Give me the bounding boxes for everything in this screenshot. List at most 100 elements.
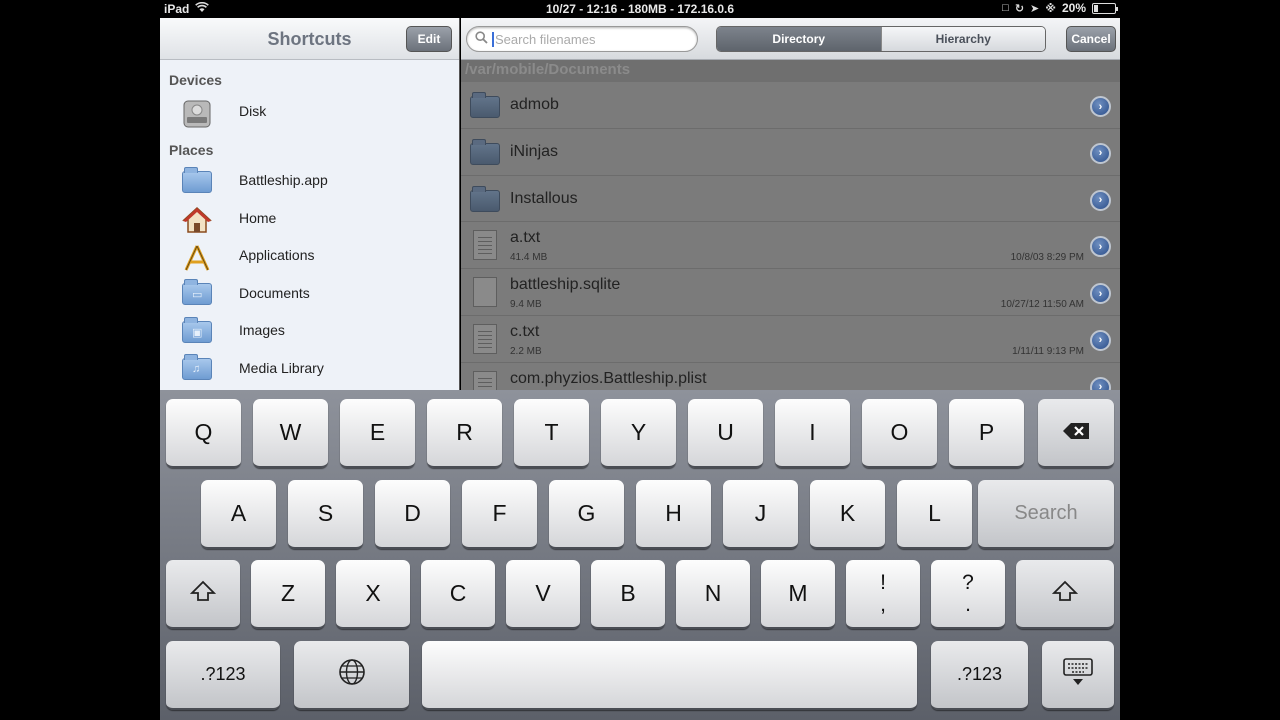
key-b[interactable]: B bbox=[591, 560, 665, 629]
folder-icon bbox=[470, 185, 500, 212]
backspace-icon bbox=[1062, 419, 1090, 446]
disclosure-button[interactable]: › bbox=[1090, 236, 1111, 258]
shift-icon bbox=[1051, 580, 1079, 608]
key-d[interactable]: D bbox=[375, 480, 450, 549]
key-f[interactable]: F bbox=[462, 480, 537, 549]
disclosure-button[interactable]: › bbox=[1090, 96, 1111, 117]
file-row-ininjas[interactable]: iNinjas › bbox=[461, 128, 1120, 176]
current-path: /var/mobile/Documents bbox=[461, 60, 1120, 82]
shift-icon bbox=[189, 580, 217, 608]
disclosure-button[interactable]: › bbox=[1090, 189, 1111, 211]
shortcut-label: Documents bbox=[239, 284, 310, 301]
key-y[interactable]: Y bbox=[601, 399, 676, 468]
search-box[interactable] bbox=[466, 26, 698, 52]
backspace-key[interactable] bbox=[1038, 399, 1114, 468]
key-z[interactable]: Z bbox=[251, 560, 325, 629]
shortcut-applications[interactable]: Applications bbox=[160, 237, 459, 275]
file-name: c.txt bbox=[510, 322, 540, 340]
shift-key-right[interactable] bbox=[1016, 560, 1114, 629]
file-row-admob[interactable]: admob › bbox=[461, 82, 1120, 129]
file-name: a.txt bbox=[510, 229, 541, 247]
key-e[interactable]: E bbox=[340, 399, 415, 468]
key-i[interactable]: I bbox=[775, 399, 850, 468]
bluetooth-icon: ※ bbox=[1045, 2, 1056, 15]
key-v[interactable]: V bbox=[506, 560, 580, 629]
status-bar: iPad 10/27 - 12:16 - 180MB - 172.16.0.6 … bbox=[160, 0, 1120, 18]
numbers-key-left[interactable]: .?123 bbox=[166, 641, 280, 710]
disclosure-button[interactable]: › bbox=[1090, 283, 1111, 305]
shortcut-label: Home bbox=[239, 209, 277, 226]
key-exclaim-comma[interactable]: !, bbox=[846, 560, 920, 629]
key-c[interactable]: C bbox=[421, 560, 495, 629]
section-header-devices: Devices bbox=[169, 72, 222, 88]
n-badge-icon: □ bbox=[1002, 2, 1009, 14]
location-icon: ➤ bbox=[1030, 2, 1040, 15]
dismiss-keyboard-key[interactable] bbox=[1042, 641, 1114, 710]
file-row-a-txt[interactable]: a.txt 41.4 MB 10/8/03 8:29 PM › bbox=[461, 222, 1120, 270]
shortcut-disk[interactable]: Disk bbox=[160, 92, 459, 130]
key-t[interactable]: T bbox=[514, 399, 589, 468]
file-list: admob › iNinjas › Installous › a.txt 41.… bbox=[461, 82, 1120, 390]
key-g[interactable]: G bbox=[549, 480, 624, 549]
key-o[interactable]: O bbox=[862, 399, 937, 468]
key-question-period[interactable]: ?. bbox=[931, 560, 1005, 629]
file-size: 2.2 MB bbox=[510, 345, 542, 357]
key-bottom-char: , bbox=[880, 592, 886, 616]
segment-directory[interactable]: Directory bbox=[717, 27, 881, 51]
key-j[interactable]: J bbox=[723, 480, 798, 549]
key-s[interactable]: S bbox=[288, 480, 363, 549]
disclosure-button[interactable]: › bbox=[1090, 142, 1111, 164]
key-m[interactable]: M bbox=[761, 560, 835, 629]
disclosure-button[interactable]: › bbox=[1090, 376, 1111, 390]
disk-icon bbox=[182, 99, 212, 128]
segment-hierarchy[interactable]: Hierarchy bbox=[880, 27, 1045, 51]
file-row-c-txt[interactable]: c.txt 2.2 MB 1/11/11 9:13 PM › bbox=[461, 315, 1120, 363]
key-x[interactable]: X bbox=[336, 560, 410, 629]
space-bar[interactable] bbox=[422, 641, 917, 710]
file-row-battleship-plist[interactable]: com.phyzios.Battleship.plist › bbox=[461, 362, 1120, 390]
key-u[interactable]: U bbox=[688, 399, 763, 468]
key-h[interactable]: H bbox=[636, 480, 711, 549]
key-p[interactable]: P bbox=[949, 399, 1024, 468]
numbers-key-right[interactable]: .?123 bbox=[931, 641, 1028, 710]
cancel-button[interactable]: Cancel bbox=[1066, 26, 1116, 52]
disclosure-button[interactable]: › bbox=[1090, 329, 1111, 351]
shortcut-media-library[interactable]: ♫ Media Library bbox=[160, 349, 459, 387]
file-name: admob bbox=[510, 96, 559, 113]
battery-percent: 20% bbox=[1061, 1, 1086, 15]
key-r[interactable]: R bbox=[427, 399, 502, 468]
key-q[interactable]: Q bbox=[166, 399, 241, 468]
file-row-installous[interactable]: Installous › bbox=[461, 175, 1120, 223]
applications-icon bbox=[182, 244, 212, 271]
text-file-icon bbox=[470, 230, 497, 261]
search-key[interactable]: Search bbox=[978, 480, 1114, 549]
shortcut-images[interactable]: ▣ Images bbox=[160, 312, 459, 350]
edit-button[interactable]: Edit bbox=[406, 26, 452, 52]
text-file-icon bbox=[470, 370, 497, 390]
home-icon bbox=[182, 206, 212, 233]
search-input[interactable] bbox=[492, 31, 682, 47]
key-a[interactable]: A bbox=[201, 480, 276, 549]
file-date: 10/8/03 8:29 PM bbox=[1010, 252, 1084, 264]
shortcut-label: Media Library bbox=[239, 359, 324, 376]
keyboard-dismiss-icon bbox=[1063, 657, 1093, 692]
text-file-icon bbox=[470, 323, 497, 354]
file-row-battleship-sqlite[interactable]: battleship.sqlite 9.4 MB 10/27/12 11:50 … bbox=[461, 269, 1120, 316]
key-w[interactable]: W bbox=[253, 399, 328, 468]
status-info: 10/27 - 12:16 - 180MB - 172.16.0.6 bbox=[545, 2, 735, 16]
shortcut-documents[interactable]: ▭ Documents bbox=[160, 274, 459, 312]
images-folder-icon: ▣ bbox=[182, 316, 212, 343]
shift-key-left[interactable] bbox=[166, 560, 240, 629]
shortcut-home[interactable]: Home bbox=[160, 199, 459, 237]
shortcut-label: Applications bbox=[239, 247, 315, 264]
shortcut-battleship-app[interactable]: Battleship.app bbox=[160, 162, 459, 200]
shortcut-label: Images bbox=[239, 322, 285, 339]
rotation-lock-icon: ↻ bbox=[1014, 2, 1025, 15]
folder-icon bbox=[182, 166, 212, 193]
file-name: battleship.sqlite bbox=[510, 276, 621, 294]
key-l[interactable]: L bbox=[897, 480, 972, 549]
key-n[interactable]: N bbox=[676, 560, 750, 629]
key-k[interactable]: K bbox=[810, 480, 885, 549]
globe-key[interactable] bbox=[294, 641, 409, 710]
key-top-char: ! bbox=[880, 570, 886, 594]
